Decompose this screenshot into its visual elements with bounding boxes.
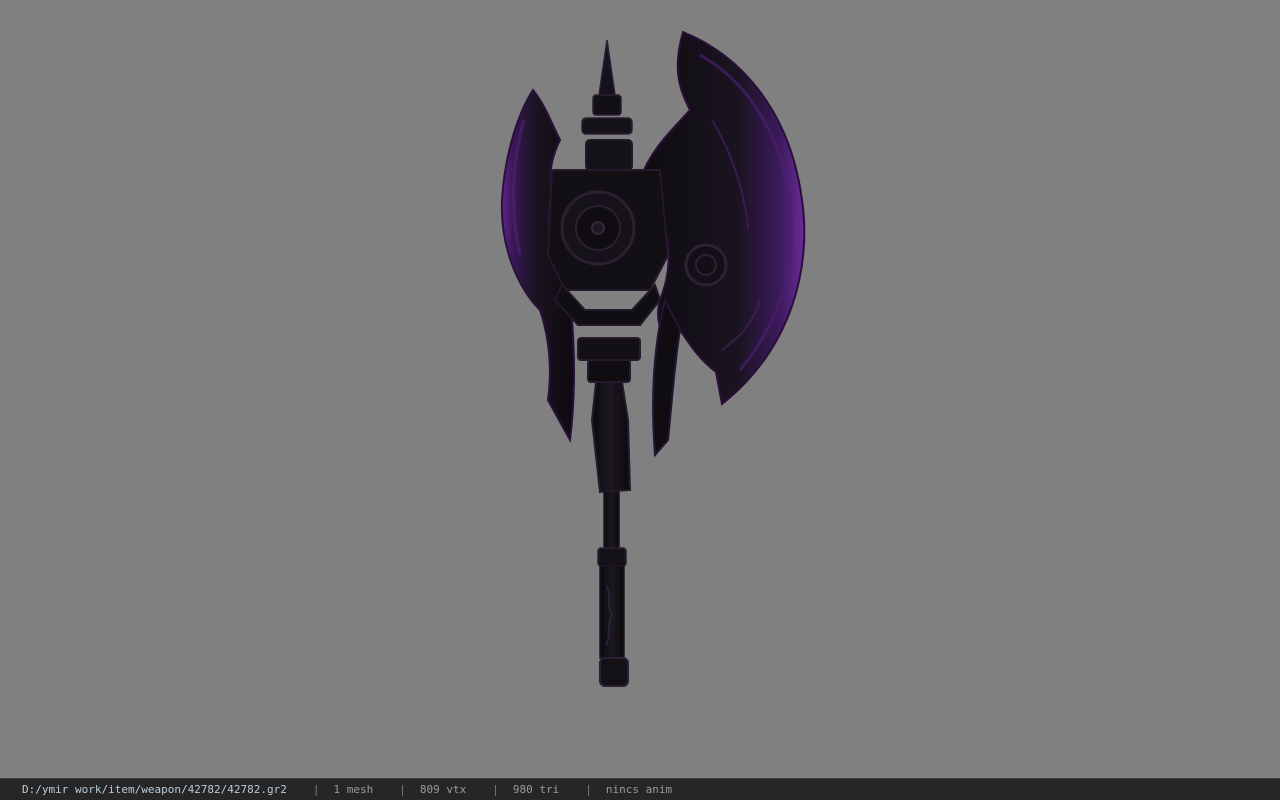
- status-bar: D:/ymir work/item/weapon/42782/42782.gr2…: [0, 778, 1280, 800]
- separator: |: [585, 783, 592, 796]
- separator: |: [312, 783, 320, 796]
- battle-axe-model[interactable]: [0, 0, 1280, 778]
- separator: |: [492, 783, 499, 796]
- 3d-viewport[interactable]: [0, 0, 1280, 778]
- triangle-count: 980 tri: [512, 783, 560, 796]
- separator: |: [399, 783, 406, 796]
- axe-shaft: [577, 337, 641, 687]
- animation-status: nincs anim: [605, 783, 673, 796]
- vertex-count: 809 vtx: [419, 783, 467, 796]
- top-spike: [581, 39, 633, 135]
- mesh-count: 1 mesh: [333, 783, 374, 796]
- file-path: D:/ymir work/item/weapon/42782/42782.gr2: [22, 783, 287, 796]
